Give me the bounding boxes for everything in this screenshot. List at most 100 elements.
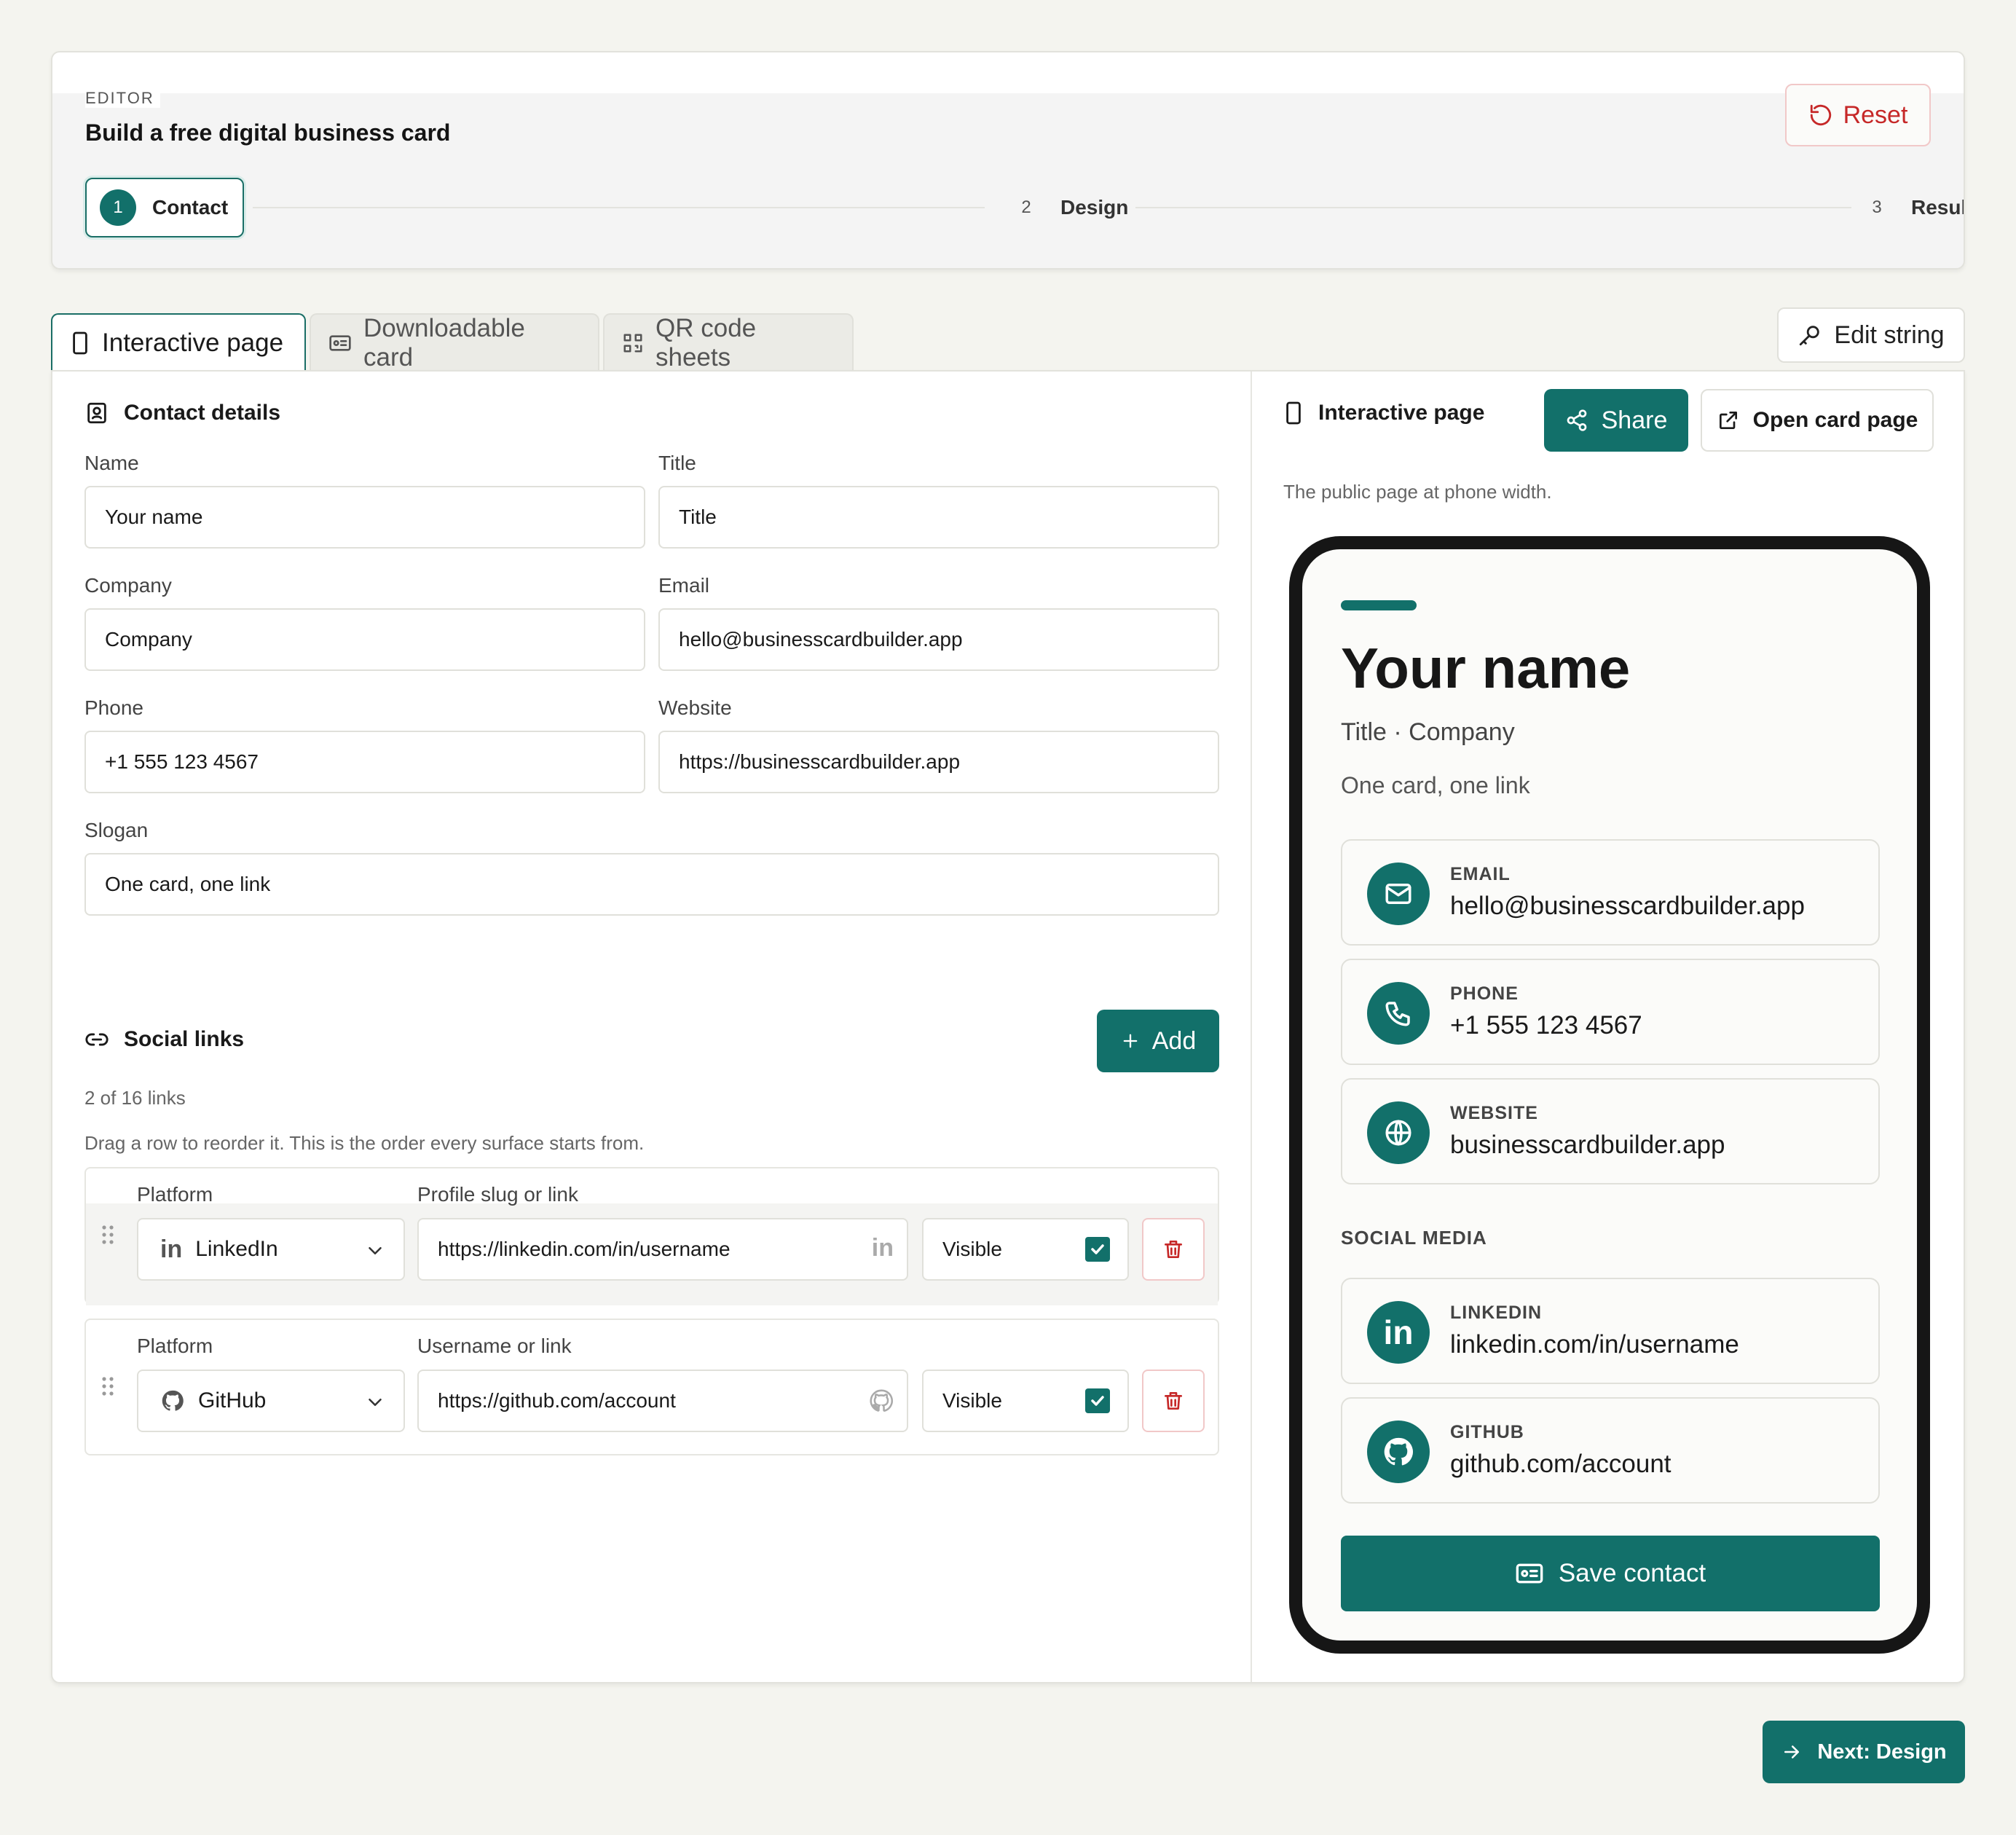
step-contact[interactable]: 1 Contact — [85, 178, 244, 237]
contact-details-heading: Contact details — [84, 401, 280, 425]
platform-select[interactable]: in LinkedIn — [137, 1218, 405, 1281]
step-number: 1 — [100, 189, 136, 226]
tab-qr-code-sheets[interactable]: QR code sheets — [603, 313, 854, 372]
link-icon — [84, 1027, 109, 1052]
github-tile[interactable]: GITHUB github.com/account — [1341, 1397, 1880, 1504]
phone-label: Phone — [84, 696, 143, 719]
platform-value: LinkedIn — [195, 1237, 278, 1261]
edit-string-button[interactable]: Edit string — [1777, 307, 1965, 363]
tile-value: linkedin.com/in/username — [1450, 1330, 1739, 1359]
tab-label: Interactive page — [102, 329, 284, 357]
email-tile[interactable]: EMAIL hello@businesscardbuilder.app — [1341, 839, 1880, 946]
visible-label: Visible — [942, 1238, 1002, 1260]
id-card-icon — [1515, 1561, 1544, 1586]
social-link-row[interactable]: Platform Profile slug or link in LinkedI… — [84, 1167, 1219, 1305]
external-link-icon — [1717, 409, 1740, 432]
step-label: Design — [1060, 196, 1129, 219]
next-label: Next: Design — [1817, 1740, 1947, 1764]
tile-label: LINKEDIN — [1450, 1302, 1543, 1323]
title-label: Title — [658, 452, 696, 474]
slogan-label: Slogan — [84, 819, 149, 841]
editor-panel: Contact details Name Your name Title Tit… — [51, 370, 1965, 1683]
share-button[interactable]: Share — [1544, 389, 1688, 452]
preview-caption: The public page at phone width. — [1283, 481, 1552, 503]
website-tile[interactable]: WEBSITE businesscardbuilder.app — [1341, 1078, 1880, 1184]
link-label: Profile slug or link — [417, 1183, 578, 1206]
name-field[interactable]: Your name — [84, 486, 645, 549]
tab-interactive-page[interactable]: Interactive page — [51, 313, 306, 372]
contact-card-icon — [84, 401, 109, 425]
phone-tile[interactable]: PHONE +1 555 123 4567 — [1341, 959, 1880, 1065]
reset-button[interactable]: Reset — [1785, 84, 1931, 146]
social-links-count: 2 of 16 links — [84, 1087, 186, 1109]
tab-downloadable-card[interactable]: Downloadable card — [310, 313, 599, 372]
step-number: 2 — [1008, 189, 1044, 226]
qr-code-icon — [622, 332, 644, 354]
company-field[interactable]: Company — [84, 608, 645, 671]
tile-value: github.com/account — [1450, 1450, 1672, 1478]
linkedin-tile[interactable]: in LINKEDIN linkedin.com/in/username — [1341, 1278, 1880, 1384]
visible-checkbox[interactable] — [1085, 1388, 1110, 1413]
drag-handle-icon[interactable] — [101, 1375, 115, 1397]
tile-value: hello@businesscardbuilder.app — [1450, 892, 1805, 920]
email-field[interactable]: hello@businesscardbuilder.app — [658, 608, 1219, 671]
tab-label: Downloadable card — [363, 314, 525, 372]
add-social-link-button[interactable]: Add — [1097, 1010, 1219, 1072]
tile-label: GITHUB — [1450, 1422, 1524, 1442]
arrow-right-icon — [1781, 1741, 1803, 1763]
profile-link-input[interactable]: https://linkedin.com/in/username in — [417, 1218, 908, 1281]
platform-label: Platform — [137, 1335, 213, 1357]
step-label: Contact — [152, 196, 229, 219]
website-label: Website — [658, 696, 732, 719]
social-link-row[interactable]: Platform Username or link GitHub https:/… — [84, 1319, 1219, 1455]
reset-label: Reset — [1843, 101, 1908, 129]
platform-select[interactable]: GitHub — [137, 1370, 405, 1432]
phone-icon — [70, 331, 90, 355]
github-icon — [1367, 1421, 1430, 1483]
key-icon — [1798, 323, 1822, 347]
visible-toggle[interactable]: Visible — [922, 1370, 1129, 1432]
visible-label: Visible — [942, 1389, 1002, 1412]
delete-row-button[interactable] — [1142, 1370, 1205, 1432]
card-slogan: One card, one link — [1341, 772, 1530, 798]
tile-label: EMAIL — [1450, 864, 1511, 884]
trash-icon — [1162, 1389, 1185, 1412]
mail-icon — [1367, 863, 1430, 925]
visible-toggle[interactable]: Visible — [922, 1218, 1129, 1281]
link-label: Username or link — [417, 1335, 572, 1357]
tile-value: businesscardbuilder.app — [1450, 1131, 1725, 1159]
reset-icon — [1808, 103, 1833, 127]
editor-header: EDITOR Build a free digital business car… — [51, 51, 1965, 270]
save-contact-button[interactable]: Save contact — [1341, 1536, 1880, 1611]
page-title: Build a free digital business card — [85, 119, 451, 146]
step-design[interactable]: 2 Design — [1001, 178, 1136, 237]
trash-icon — [1162, 1238, 1185, 1261]
title-field[interactable]: Title — [658, 486, 1219, 549]
globe-icon — [1367, 1101, 1430, 1164]
delete-row-button[interactable] — [1142, 1218, 1205, 1281]
phone-field[interactable]: +1 555 123 4567 — [84, 731, 645, 793]
id-card-icon — [328, 333, 352, 353]
chevron-down-icon — [364, 1391, 386, 1413]
step-number: 3 — [1859, 189, 1895, 226]
linkedin-icon: in — [160, 1235, 183, 1263]
slogan-field[interactable]: One card, one link — [84, 853, 1219, 916]
add-label: Add — [1151, 1026, 1197, 1055]
website-field[interactable]: https://businesscardbuilder.app — [658, 731, 1219, 793]
editor-eyebrow: EDITOR — [85, 89, 160, 108]
platform-value: GitHub — [198, 1388, 267, 1412]
next-design-button[interactable]: Next: Design — [1763, 1721, 1965, 1783]
platform-label: Platform — [137, 1183, 213, 1206]
link-value: https://github.com/account — [438, 1389, 676, 1412]
name-label: Name — [84, 452, 139, 474]
linkedin-icon: in — [1367, 1301, 1430, 1364]
drag-handle-icon[interactable] — [101, 1224, 115, 1246]
username-link-input[interactable]: https://github.com/account — [417, 1370, 908, 1432]
social-links-hint: Drag a row to reorder it. This is the or… — [84, 1132, 645, 1154]
step-result[interactable]: 3 Result — [1851, 178, 1964, 237]
card-name: Your name — [1341, 636, 1631, 700]
open-card-page-button[interactable]: Open card page — [1701, 389, 1934, 452]
visible-checkbox[interactable] — [1085, 1237, 1110, 1262]
link-value: https://linkedin.com/in/username — [438, 1238, 731, 1260]
tab-label: QR code sheets — [655, 314, 757, 372]
